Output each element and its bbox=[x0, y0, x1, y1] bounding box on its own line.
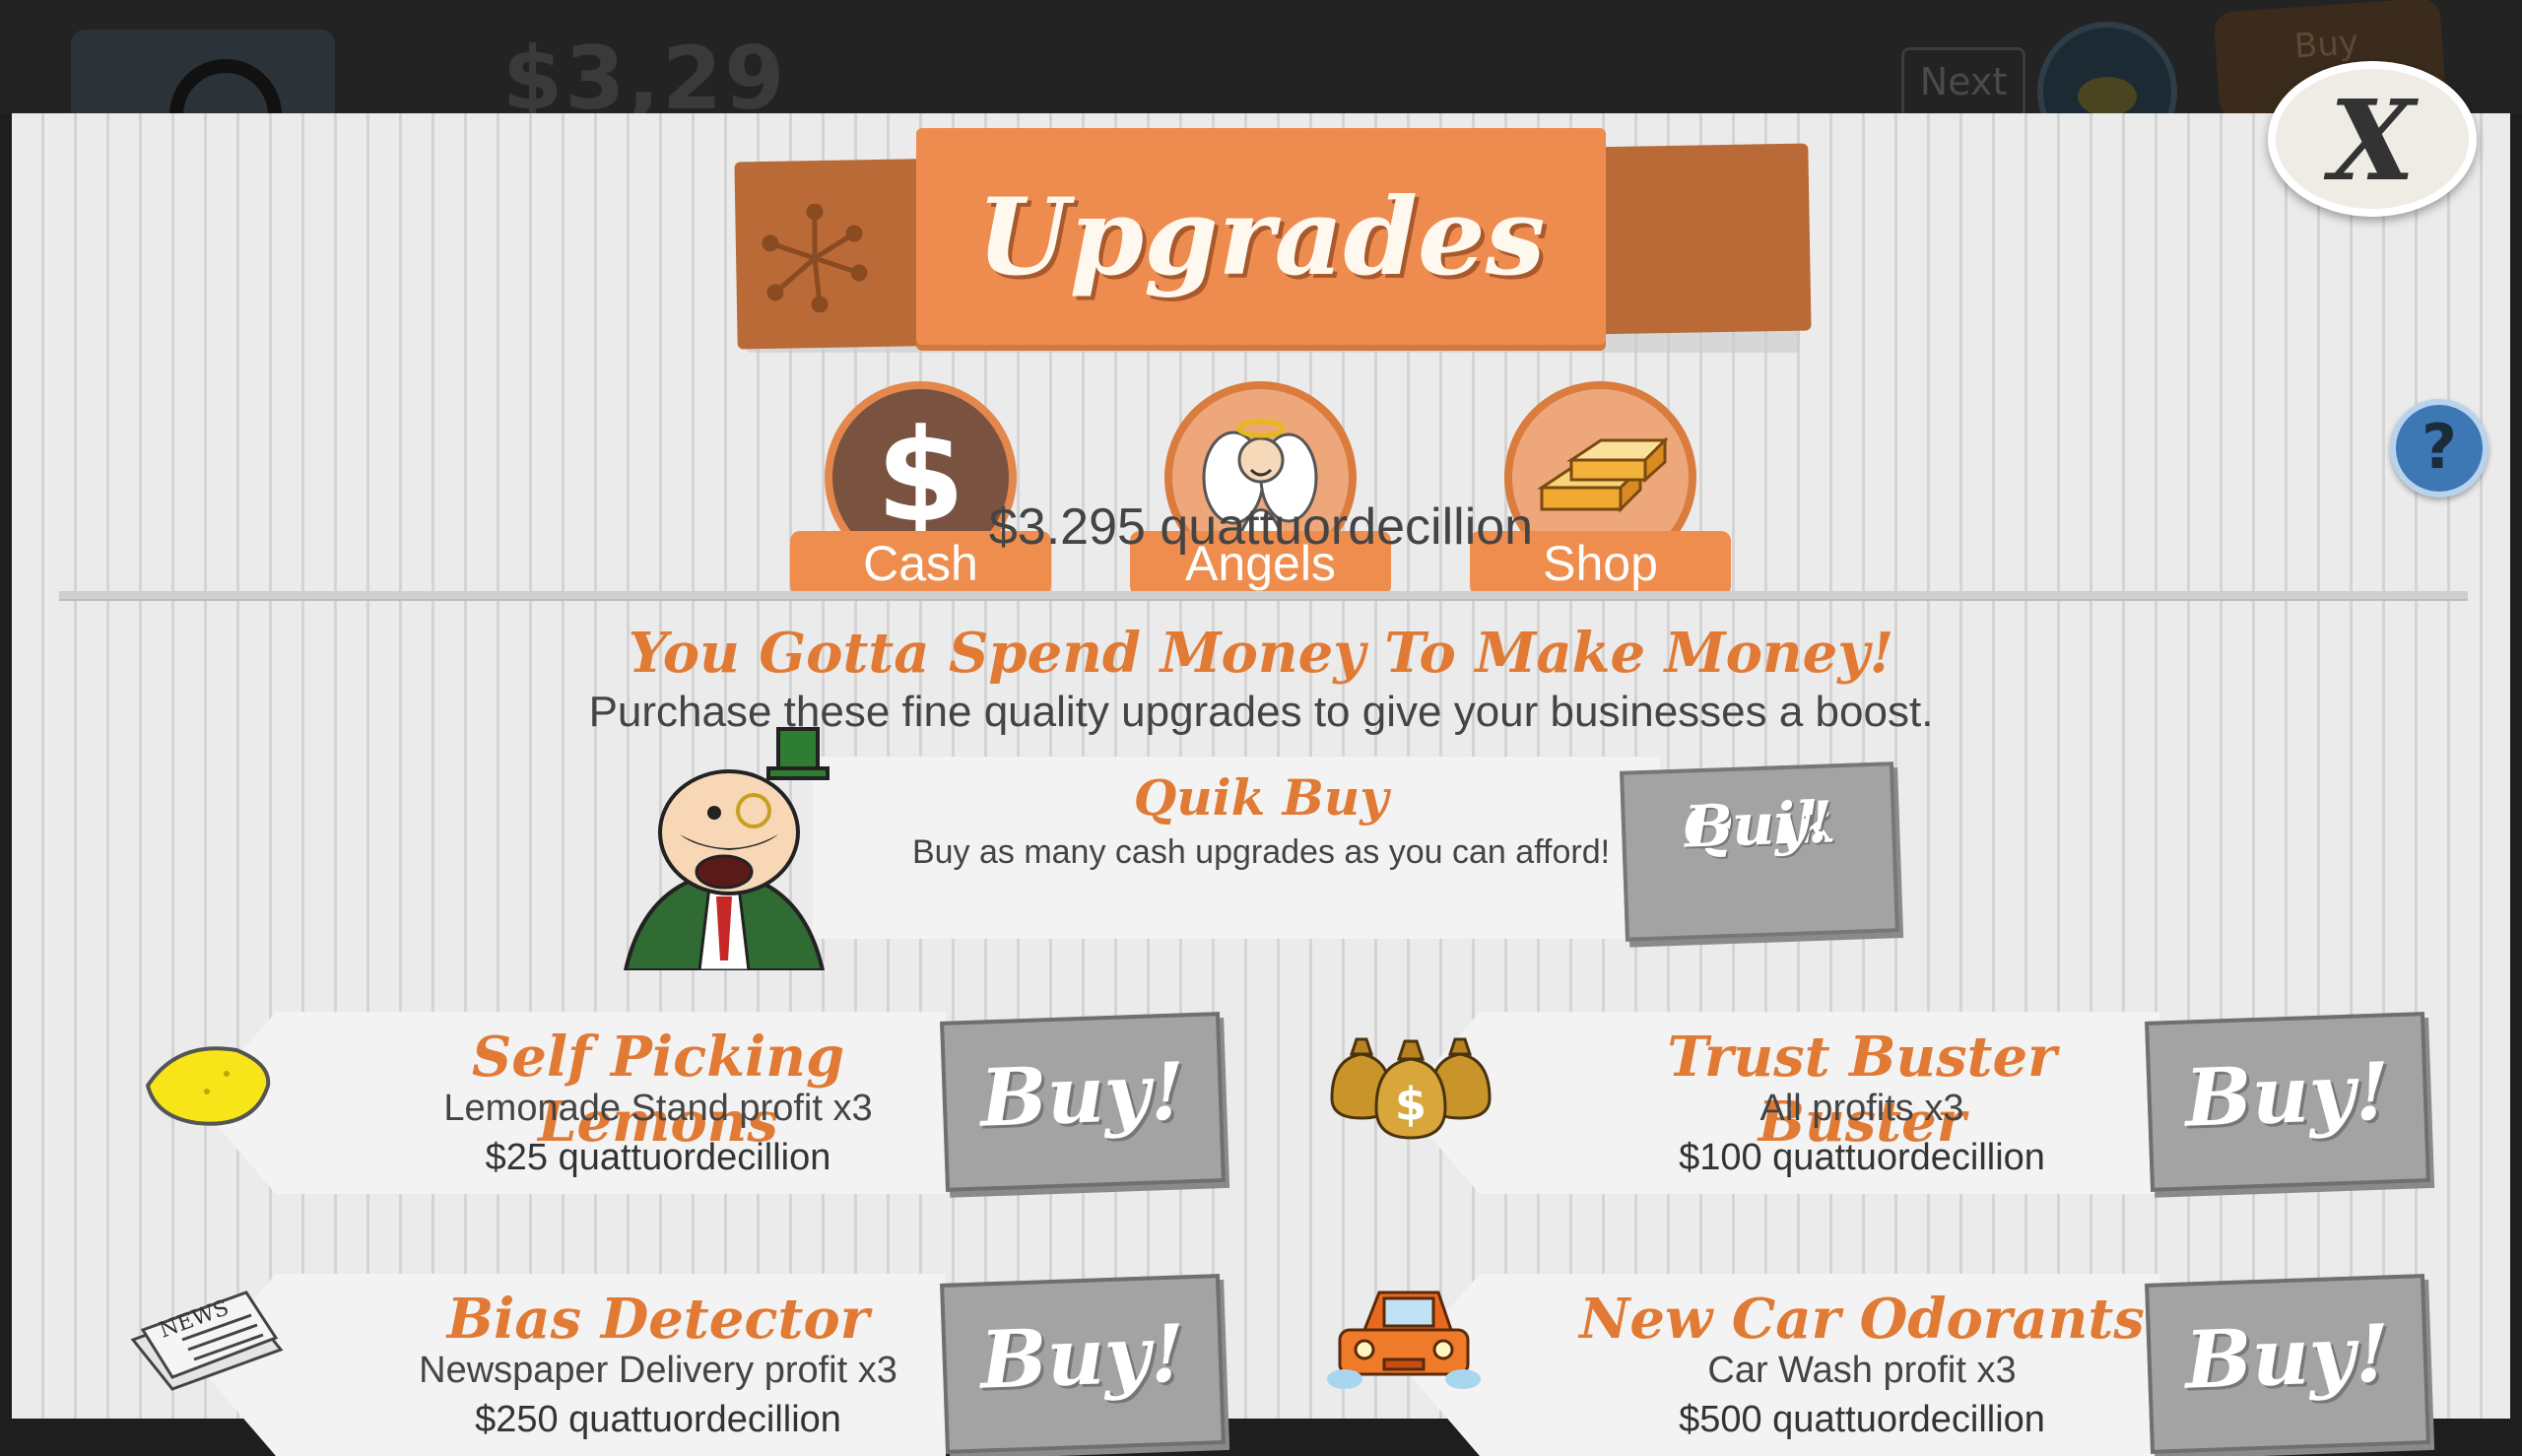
upgrade-description: Car Wash profit x3 bbox=[1707, 1350, 2017, 1391]
upgrade-cost: $25 quattuordecillion bbox=[485, 1137, 831, 1178]
tab-cash[interactable]: $ Cash bbox=[790, 381, 1051, 596]
section-divider bbox=[59, 591, 2468, 601]
upgrade-cost: $250 quattuordecillion bbox=[475, 1399, 841, 1440]
buy-button-label: Buy! bbox=[978, 1044, 1187, 1145]
buy-button[interactable]: Buy! bbox=[940, 1012, 1226, 1192]
upgrade-title: Bias Detector bbox=[446, 1287, 870, 1352]
quik-buy-button-line2: Buy! bbox=[1683, 788, 1834, 861]
lemon-icon bbox=[145, 1046, 271, 1126]
close-button[interactable]: X bbox=[2268, 61, 2477, 217]
quik-buy-description: Buy as many cash upgrades as you can aff… bbox=[911, 833, 1611, 871]
quik-buy-button[interactable]: Quik Buy! bbox=[1620, 761, 1899, 942]
car-icon bbox=[1327, 1291, 1481, 1389]
title-banner: Upgrades bbox=[916, 128, 1606, 345]
upgrade-description: All profits x3 bbox=[1759, 1088, 1964, 1129]
buy-button-label: Buy! bbox=[2183, 1306, 2392, 1407]
upgrade-cost: $500 quattuordecillion bbox=[1679, 1399, 2045, 1440]
upgrades-headline: You Gotta Spend Money To Make Money! bbox=[628, 621, 1894, 686]
cash-balance: $3.295 quattuordecillion bbox=[988, 498, 1534, 556]
buy-button[interactable]: Buy! bbox=[940, 1274, 1226, 1454]
game-top-bar: $3,29 Next Buy bbox=[0, 0, 2522, 171]
starburst-icon bbox=[762, 204, 868, 312]
tab-shop[interactable]: Shop bbox=[1470, 381, 1731, 596]
upgrade-title: New Car Odorants bbox=[1579, 1287, 2145, 1352]
upgrade-description: Lemonade Stand profit x3 bbox=[443, 1088, 873, 1129]
modal-title: Upgrades bbox=[976, 175, 1546, 299]
buy-button-label: Buy! bbox=[978, 1306, 1187, 1407]
buy-button[interactable]: Buy! bbox=[2145, 1012, 2430, 1192]
newspaper-icon: NEWS bbox=[130, 1291, 284, 1391]
quik-buy-title: Quik Buy bbox=[1133, 768, 1389, 827]
svg-text:$: $ bbox=[1395, 1078, 1427, 1131]
close-icon: X bbox=[2329, 77, 2416, 206]
question-mark-icon: ? bbox=[2422, 411, 2457, 483]
next-button: Next bbox=[1901, 47, 2025, 118]
upgrade-description: Newspaper Delivery profit x3 bbox=[419, 1350, 897, 1391]
upgrades-subline: Purchase these fine quality upgrades to … bbox=[588, 688, 1934, 736]
help-button[interactable]: ? bbox=[2390, 399, 2489, 497]
money-bags-icon: $ bbox=[1330, 1037, 1492, 1140]
tab-angels[interactable]: Angels bbox=[1130, 381, 1391, 596]
mascot-icon bbox=[623, 727, 830, 970]
lemon-icon bbox=[2078, 77, 2137, 116]
upgrade-cost: $100 quattuordecillion bbox=[1679, 1137, 2045, 1178]
buy-button[interactable]: Buy! bbox=[2145, 1274, 2430, 1454]
buy-button-label: Buy! bbox=[2183, 1044, 2392, 1145]
